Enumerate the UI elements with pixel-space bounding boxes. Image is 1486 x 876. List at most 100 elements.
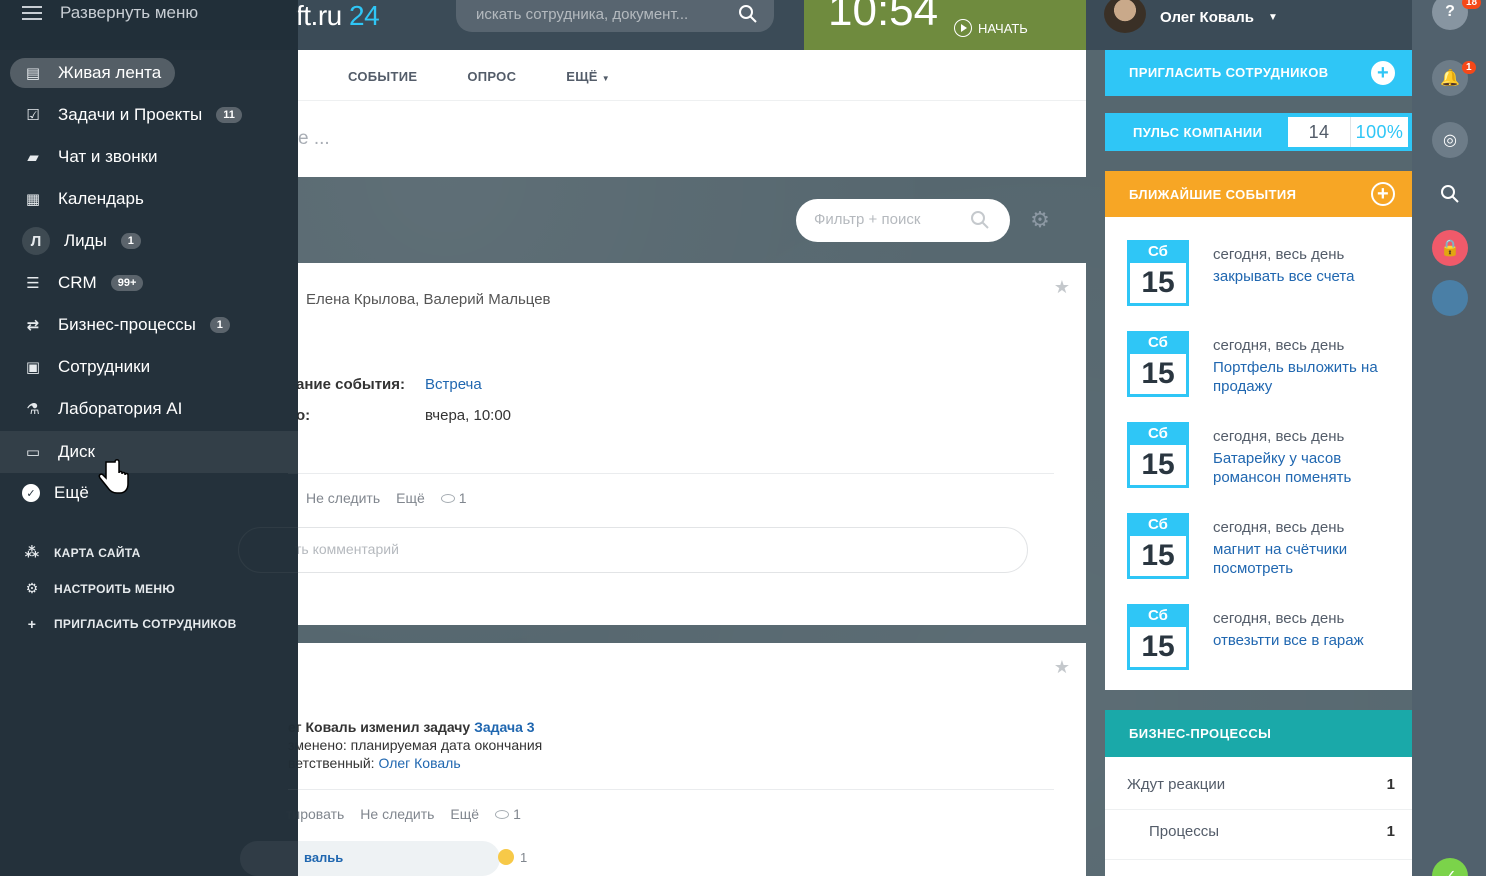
company-pulse-widget[interactable]: ПУЛЬС КОМПАНИИ 14 100% xyxy=(1105,113,1412,151)
divider xyxy=(288,789,1054,790)
help-badge: 18 xyxy=(1462,0,1482,9)
gear-icon[interactable]: ⚙ xyxy=(1028,208,1052,232)
business-processes-header[interactable]: БИЗНЕС-ПРОЦЕССЫ xyxy=(1105,710,1412,757)
event-link[interactable]: закрывать все счета xyxy=(1213,267,1405,286)
menu-item-leads[interactable]: Л Лиды 1 xyxy=(22,226,141,256)
menu-item-crm[interactable]: ☰ CRM 99+ xyxy=(22,268,144,298)
unfollow-link[interactable]: Не следить xyxy=(360,806,434,822)
sitemap-link[interactable]: ⁂ КАРТА САЙТА xyxy=(24,544,141,561)
business-processes-list: Ждут реакции 1 Процессы 1 xyxy=(1105,757,1412,876)
menu-item-disk[interactable]: ▭ Диск xyxy=(0,431,298,473)
star-icon[interactable]: ★ xyxy=(1054,277,1070,298)
right-rail: ? 18 🔔 1 ◎ 🔒 ✓ xyxy=(1412,0,1486,876)
search-icon[interactable] xyxy=(738,4,758,24)
chevron-down-icon[interactable]: ▼ xyxy=(1268,12,1278,23)
message-input[interactable]: е ... xyxy=(298,128,330,150)
unfollow-link[interactable]: Не следить xyxy=(306,490,380,506)
plus-icon[interactable]: + xyxy=(1371,182,1395,206)
configure-menu-link[interactable]: ⚙ НАСТРОИТЬ МЕНЮ xyxy=(24,580,175,597)
reaction-counter[interactable]: 1 xyxy=(498,849,527,865)
responsible-link[interactable]: Олег Коваль xyxy=(378,755,460,771)
search-icon xyxy=(971,211,989,229)
menu-item-tasks[interactable]: ☑ Задачи и Проекты 11 xyxy=(22,100,242,130)
upcoming-events-list: Сб 15 сегодня, весь день закрывать все сч… xyxy=(1105,217,1412,690)
menu-item-chat[interactable]: ▰ Чат и звонки xyxy=(22,142,157,172)
calendar-date-icon: Сб 15 xyxy=(1127,422,1189,488)
bp-row-awaiting[interactable]: Ждут реакции 1 xyxy=(1127,776,1395,793)
event-link[interactable]: Портфель выложить на продажу xyxy=(1213,358,1405,396)
work-time-widget[interactable]: 10:54 НАЧАТЬ xyxy=(804,0,1086,50)
comment-input[interactable]: ть комментарий xyxy=(238,527,1028,573)
pulse-value: 14 xyxy=(1288,117,1350,147)
event-item[interactable]: Сб 15 сегодня, весь день магнит на счётчи… xyxy=(1127,513,1407,583)
upcoming-events-header[interactable]: БЛИЖАЙШИЕ СОБЫТИЯ + xyxy=(1105,171,1412,217)
event-start-value: вчера, 10:00 xyxy=(425,407,512,424)
divider xyxy=(288,473,1054,474)
menu-item-feed[interactable]: ▤ Живая лента xyxy=(10,58,176,88)
calendar-date-icon: Сб 15 xyxy=(1127,331,1189,397)
calendar-date-icon: Сб 15 xyxy=(1127,604,1189,670)
global-search-input[interactable]: искать сотрудника, документ... xyxy=(456,0,774,32)
tasks-icon: ☑ xyxy=(26,107,40,124)
task-link[interactable]: Задача 3 xyxy=(474,719,534,735)
menu-item-more[interactable]: ✓ Ещё xyxy=(22,478,89,508)
views-counter: 1 xyxy=(440,490,467,506)
plus-icon: + xyxy=(27,616,37,632)
chevron-down-icon: ▼ xyxy=(601,74,610,83)
hamburger-icon xyxy=(22,6,42,20)
eye-icon xyxy=(495,809,510,819)
event-item[interactable]: Сб 15 сегодня, весь день отвезьтти все в … xyxy=(1127,604,1407,674)
gear-icon: ⚙ xyxy=(25,580,39,596)
event-item[interactable]: Сб 15 сегодня, весь день закрывать все сч… xyxy=(1127,240,1407,310)
event-start-label: о: xyxy=(296,407,311,424)
search-icon[interactable] xyxy=(1432,176,1468,212)
feed-post-event: ★ Елена Крылова, Валерий Мальцев ание со… xyxy=(238,263,1086,625)
event-item[interactable]: Сб 15 сегодня, весь день Портфель выложит… xyxy=(1127,331,1407,401)
event-link[interactable]: Батарейку у часов романсон поменять xyxy=(1213,449,1405,487)
event-name-link[interactable]: Встреча xyxy=(425,376,482,393)
contact-avatar[interactable] xyxy=(1432,280,1468,316)
menu-item-bizproc[interactable]: ⇄ Бизнес-процессы 1 xyxy=(22,310,230,340)
menu-item-lab[interactable]: ⚗ Лаборатория AI xyxy=(22,394,182,424)
user-menu[interactable]: Олег Коваль ▼ xyxy=(1104,0,1278,34)
tab-more[interactable]: ЕЩЁ ▼ xyxy=(566,69,610,84)
task-change-text: зменено: планируемая дата окончания xyxy=(288,737,543,753)
invite-employees-button[interactable]: ПРИГЛАСИТЬ СОТРУДНИКОВ + xyxy=(1105,50,1412,96)
divider xyxy=(1105,809,1412,810)
check-icon[interactable]: ✓ xyxy=(1432,858,1468,876)
lock-icon[interactable]: 🔒 xyxy=(1432,230,1468,266)
divider xyxy=(298,100,1086,101)
tab-event[interactable]: СОБЫТИЕ xyxy=(348,69,417,84)
tab-poll[interactable]: ОПРОС xyxy=(467,69,516,84)
eye-icon xyxy=(440,493,455,503)
employees-icon: ▣ xyxy=(25,359,41,376)
plus-icon: + xyxy=(1371,61,1395,85)
notification-badge: 1 xyxy=(1462,61,1476,74)
event-link[interactable]: отвезьтти все в гараж xyxy=(1213,631,1405,650)
more-link[interactable]: Ещё xyxy=(450,806,479,822)
messenger-icon[interactable]: ◎ xyxy=(1432,122,1468,158)
pulse-percent: 100% xyxy=(1350,117,1408,147)
hand-cursor-icon xyxy=(98,459,129,494)
crm-icon: ☰ xyxy=(26,275,40,292)
portal-logo[interactable]: ft.ru 24 xyxy=(296,0,380,31)
start-workday-button[interactable]: НАЧАТЬ xyxy=(954,19,1028,37)
left-menu: Развернуть меню ▤ Живая лента ☑ Задачи и П… xyxy=(0,0,298,876)
leads-icon: Л xyxy=(22,227,50,255)
feed-icon: ▤ xyxy=(25,65,41,82)
avatar[interactable] xyxy=(1104,0,1146,33)
calendar-date-icon: Сб 15 xyxy=(1127,513,1189,579)
event-item[interactable]: Сб 15 сегодня, весь день Батарейку у часо… xyxy=(1127,422,1407,492)
menu-item-calendar[interactable]: ▦ Календарь xyxy=(22,184,144,214)
star-icon[interactable]: ★ xyxy=(1054,657,1070,678)
more-link[interactable]: Ещё xyxy=(396,490,425,506)
menu-item-employees[interactable]: ▣ Сотрудники xyxy=(22,352,150,382)
event-link[interactable]: магнит на счётчики посмотреть xyxy=(1213,540,1405,578)
user-name[interactable]: Олег Коваль xyxy=(1160,9,1254,26)
play-icon xyxy=(954,19,972,37)
filter-search-input[interactable]: Фильтр + поиск xyxy=(796,199,1010,242)
invite-employees-link[interactable]: + ПРИГЛАСИТЬ СОТРУДНИКОВ xyxy=(24,616,237,632)
bp-row-processes[interactable]: Процессы 1 xyxy=(1127,823,1395,840)
expand-menu-button[interactable]: Развернуть меню xyxy=(22,3,198,23)
clock-time: 10:54 xyxy=(828,0,939,35)
